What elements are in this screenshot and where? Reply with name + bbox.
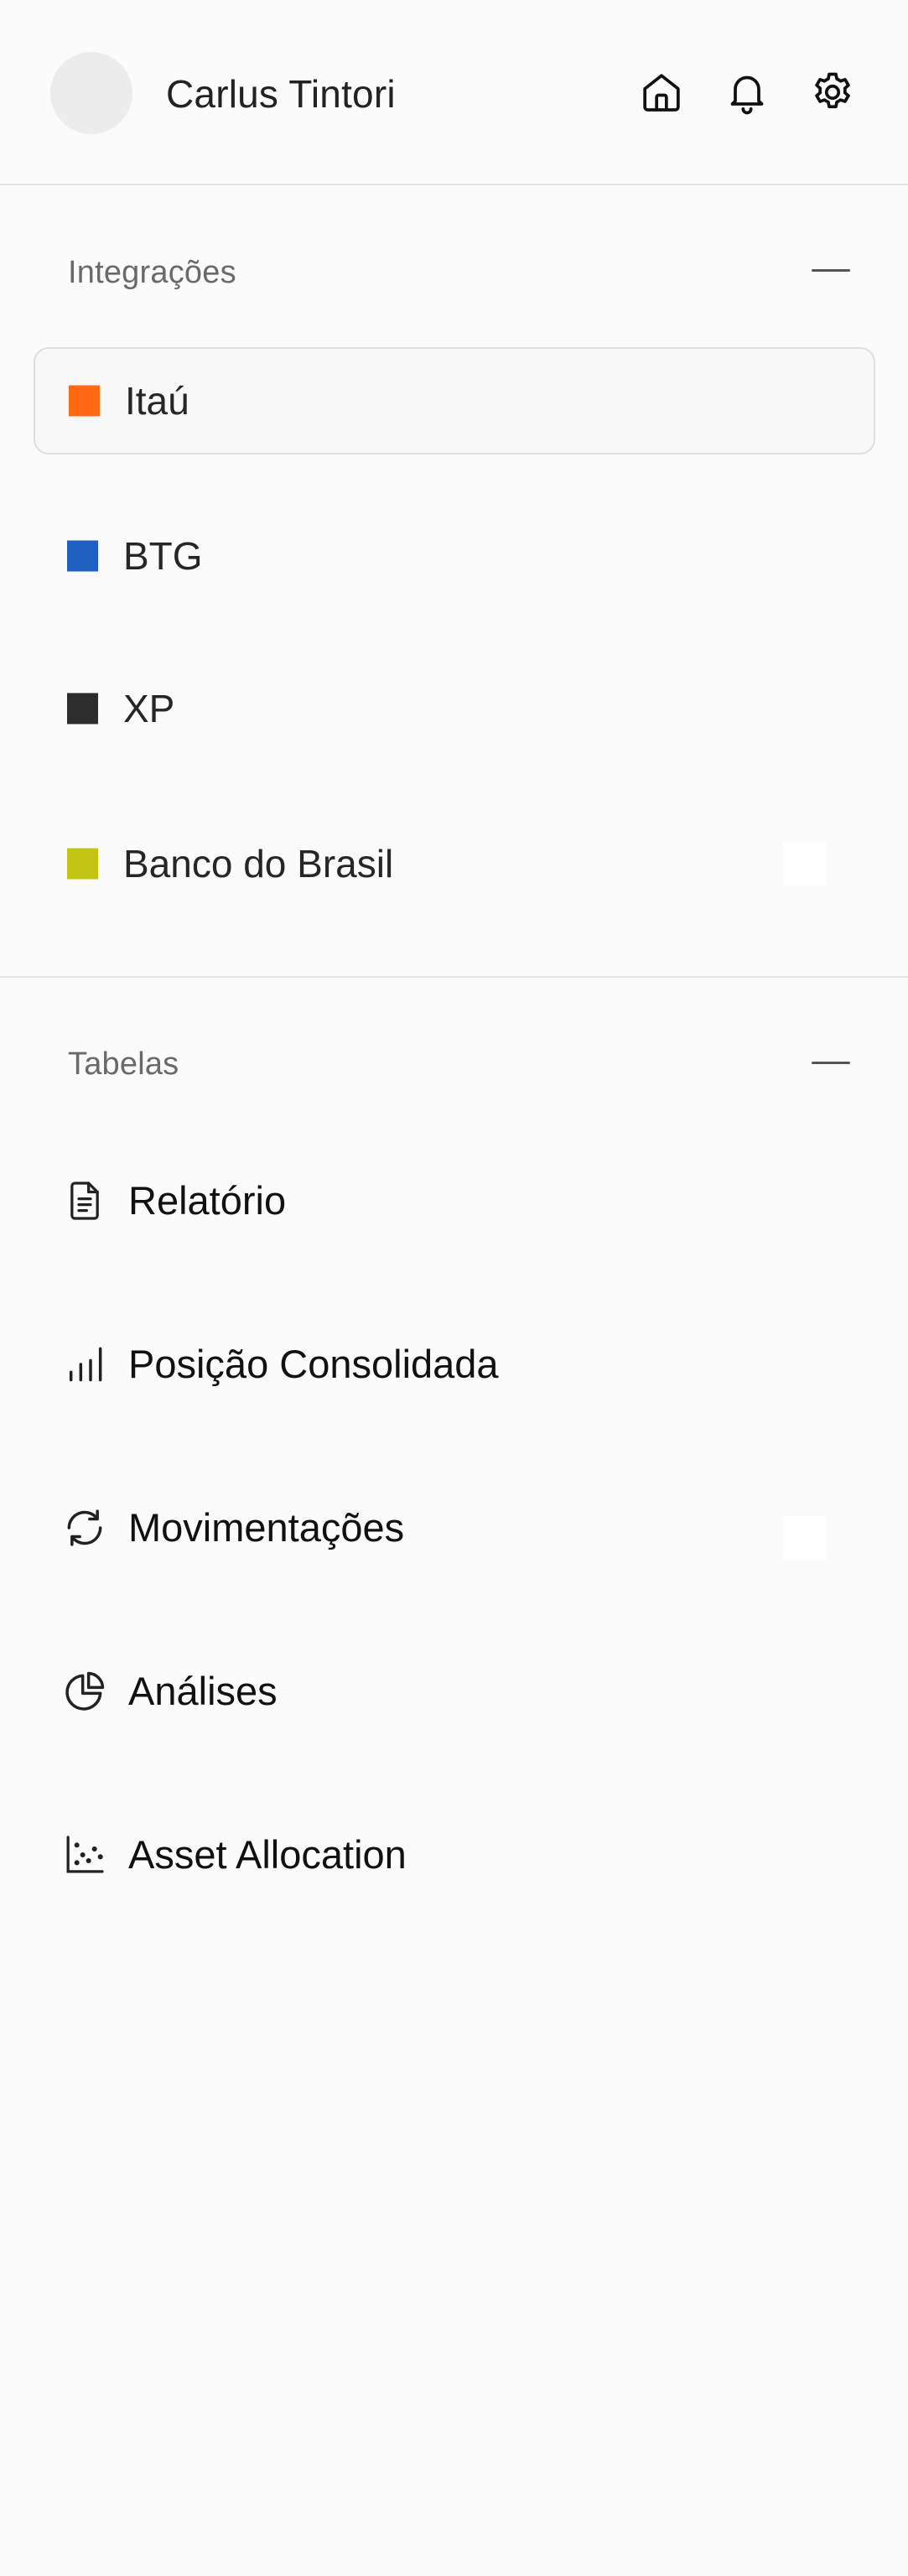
table-item-label: Análises: [128, 1669, 278, 1713]
integrations-collapse-button[interactable]: [812, 254, 850, 288]
integration-item-itau[interactable]: Itaú: [34, 347, 875, 454]
bar-chart-icon: [61, 1341, 108, 1388]
blank-placeholder: [783, 842, 827, 886]
gear-icon: [815, 72, 850, 109]
avatar[interactable]: [50, 52, 132, 134]
user-name: Carlus Tintori: [166, 72, 396, 116]
home-icon: [643, 74, 680, 112]
minus-icon: [812, 269, 850, 272]
color-swatch: [69, 385, 100, 417]
integration-item-banco-do-brasil[interactable]: Banco do Brasil: [34, 810, 875, 917]
integration-label: Banco do Brasil: [123, 842, 394, 886]
settings-button[interactable]: [807, 67, 858, 117]
integration-item-btg[interactable]: BTG: [34, 502, 875, 610]
tables-collapse-button[interactable]: [812, 1046, 850, 1080]
minus-icon: [812, 1062, 850, 1064]
table-item-asset-allocation[interactable]: Asset Allocation: [34, 1800, 875, 1909]
blank-placeholder: [783, 1516, 827, 1560]
integration-label: XP: [123, 687, 175, 730]
color-swatch: [67, 693, 98, 724]
tables-section-title: Tabelas: [68, 1046, 179, 1082]
pie-chart-icon: [61, 1668, 108, 1715]
app-header: Carlus Tintori: [0, 0, 908, 185]
section-divider: [0, 976, 908, 978]
table-item-label: Movimentações: [128, 1505, 405, 1550]
home-button[interactable]: [636, 67, 687, 117]
table-item-posicao-consolidada[interactable]: Posição Consolidada: [34, 1310, 875, 1419]
integration-label: BTG: [123, 534, 203, 578]
bell-icon: [730, 75, 764, 115]
table-item-label: Posição Consolidada: [128, 1342, 499, 1386]
notifications-button[interactable]: [722, 67, 772, 117]
table-item-relatorio[interactable]: Relatório: [34, 1146, 875, 1255]
table-item-label: Asset Allocation: [128, 1832, 407, 1877]
integrations-section-title: Integrações: [68, 255, 236, 290]
table-item-analises[interactable]: Análises: [34, 1637, 875, 1746]
document-icon: [61, 1177, 108, 1224]
color-swatch: [67, 848, 98, 880]
integration-label: Itaú: [125, 379, 189, 423]
integration-item-xp[interactable]: XP: [34, 655, 875, 762]
refresh-icon: [61, 1504, 108, 1551]
color-swatch: [67, 540, 98, 572]
scatter-chart-icon: [61, 1831, 108, 1878]
table-item-label: Relatório: [128, 1178, 287, 1223]
table-item-movimentacoes[interactable]: Movimentações: [34, 1473, 875, 1582]
